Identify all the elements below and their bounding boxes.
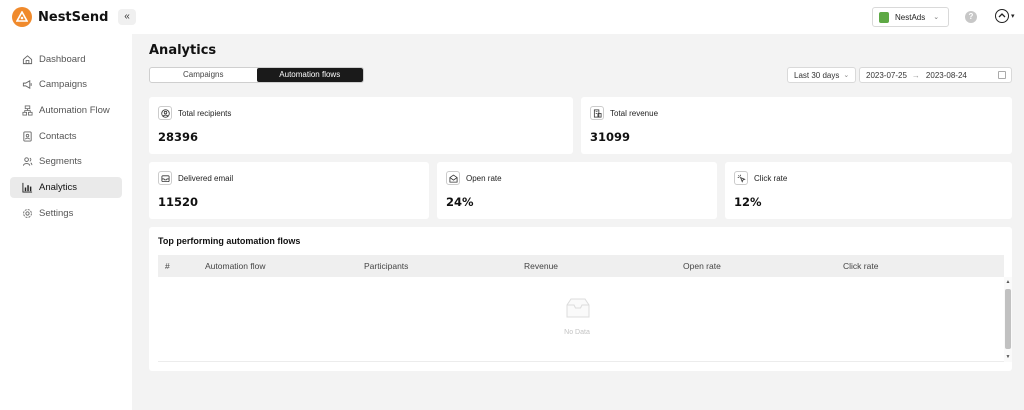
metric-value: 28396 xyxy=(158,130,199,144)
table-title: Top performing automation flows xyxy=(158,236,301,246)
account-icon xyxy=(995,9,1009,23)
table-body: No Data ▲ ▼ xyxy=(158,277,1012,362)
chevron-down-icon: ▾ xyxy=(1011,13,1015,20)
metric-value: 31099 xyxy=(590,130,631,144)
column-header-participants[interactable]: Participants xyxy=(364,261,408,271)
account-menu-button[interactable]: ▾ xyxy=(995,9,1015,23)
chevron-down-icon: ⌄ xyxy=(843,72,850,79)
table-header: # Automation flow Participants Revenue O… xyxy=(158,255,1004,277)
metric-card-delivered-email: Delivered email 11520 xyxy=(149,162,429,219)
top-flows-card: Top performing automation flows # Automa… xyxy=(149,227,1012,371)
date-range-select[interactable]: Last 30 days ⌄ xyxy=(787,67,856,83)
chart-icon xyxy=(22,182,33,193)
calendar-icon xyxy=(998,71,1006,79)
shop-selector[interactable]: NestAds ⌄ xyxy=(872,7,949,27)
sidebar: Dashboard Campaigns Automation Flow Cont… xyxy=(0,34,132,410)
sidebar-item-label: Settings xyxy=(39,208,74,219)
metric-label: Open rate xyxy=(466,173,502,183)
empty-state-text: No Data xyxy=(564,329,590,336)
sidebar-item-analytics[interactable]: Analytics xyxy=(10,177,122,198)
arrow-right-icon: → xyxy=(911,70,920,80)
revenue-icon xyxy=(590,106,604,120)
collapse-sidebar-button[interactable]: « xyxy=(118,9,136,25)
metric-label: Delivered email xyxy=(178,173,234,183)
column-header-revenue[interactable]: Revenue xyxy=(524,261,558,271)
shop-name: NestAds xyxy=(895,12,926,22)
sidebar-item-label: Dashboard xyxy=(39,54,86,65)
column-header-automation-flow[interactable]: Automation flow xyxy=(205,261,265,271)
contacts-icon xyxy=(23,131,32,142)
metric-value: 11520 xyxy=(158,195,199,209)
sidebar-item-automation-flow[interactable]: Automation Flow xyxy=(10,100,122,121)
metric-card-open-rate: Open rate 24% xyxy=(437,162,717,219)
table-scrollbar[interactable]: ▲ ▼ xyxy=(1004,277,1012,362)
end-date: 2023-08-24 xyxy=(925,70,967,80)
top-bar: NestSend « NestAds ⌄ ? ▾ xyxy=(0,0,1024,34)
sidebar-item-segments[interactable]: Segments xyxy=(10,151,122,172)
scroll-up-icon[interactable]: ▲ xyxy=(1004,278,1012,286)
column-header-open-rate[interactable]: Open rate xyxy=(683,261,721,271)
gear-icon xyxy=(23,209,32,218)
flow-icon xyxy=(22,105,33,116)
app-logo[interactable]: NestSend xyxy=(12,7,108,27)
metric-label: Total recipients xyxy=(178,108,232,118)
metric-label: Total revenue xyxy=(610,108,659,118)
report-tabs: Campaigns Automation flows xyxy=(149,67,364,83)
inbox-icon xyxy=(158,171,172,185)
metric-label: Click rate xyxy=(754,173,788,183)
users-icon xyxy=(22,157,33,166)
start-date: 2023-07-25 xyxy=(866,70,907,80)
sidebar-item-label: Contacts xyxy=(39,131,77,142)
chevron-down-icon: ⌄ xyxy=(933,14,940,21)
open-envelope-icon xyxy=(446,171,460,185)
tab-campaigns[interactable]: Campaigns xyxy=(150,68,257,82)
sidebar-item-label: Automation Flow xyxy=(39,105,110,116)
logo-icon xyxy=(12,7,32,27)
column-header-index[interactable]: # xyxy=(165,261,170,271)
page-title: Analytics xyxy=(149,43,217,58)
sidebar-item-dashboard[interactable]: Dashboard xyxy=(10,49,122,70)
empty-inbox-icon xyxy=(563,297,593,321)
sidebar-item-campaigns[interactable]: Campaigns xyxy=(10,74,122,95)
scroll-down-icon[interactable]: ▼ xyxy=(1004,353,1012,361)
tab-automation-flows[interactable]: Automation flows xyxy=(256,68,363,82)
megaphone-icon xyxy=(22,80,32,89)
date-range-value: Last 30 days xyxy=(794,70,840,80)
user-circle-icon xyxy=(158,106,172,120)
scroll-thumb[interactable] xyxy=(1005,289,1011,349)
shop-bag-icon xyxy=(879,11,889,23)
column-header-click-rate[interactable]: Click rate xyxy=(843,261,878,271)
metric-value: 24% xyxy=(446,195,474,209)
date-range-picker[interactable]: 2023-07-25 → 2023-08-24 xyxy=(859,67,1012,83)
sidebar-item-label: Analytics xyxy=(39,182,78,193)
sidebar-item-label: Segments xyxy=(39,156,82,167)
home-icon xyxy=(22,55,33,65)
metric-card-total-revenue: Total revenue 31099 xyxy=(581,97,1012,154)
sidebar-item-contacts[interactable]: Contacts xyxy=(10,126,122,147)
sidebar-item-settings[interactable]: Settings xyxy=(10,203,122,224)
metric-value: 12% xyxy=(734,195,762,209)
cursor-click-icon xyxy=(734,171,748,185)
help-icon[interactable]: ? xyxy=(965,11,977,23)
sidebar-item-label: Campaigns xyxy=(39,79,88,90)
metric-card-total-recipients: Total recipients 28396 xyxy=(149,97,573,154)
app-name: NestSend xyxy=(38,9,109,25)
metric-card-click-rate: Click rate 12% xyxy=(725,162,1012,219)
